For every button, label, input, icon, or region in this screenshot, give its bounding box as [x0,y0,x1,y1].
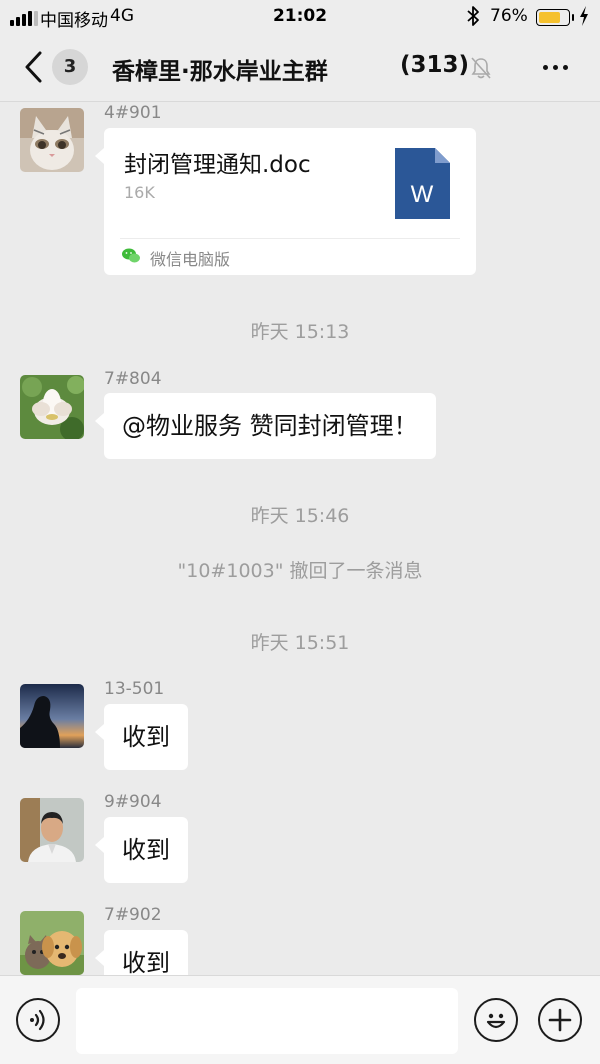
lotus-avatar [20,375,84,439]
text-message-bubble[interactable]: @物业服务 赞同封闭管理！ [95,393,436,459]
sender-avatar-cat[interactable] [20,108,84,172]
sender-avatar-pets[interactable] [20,911,84,975]
sender-name: 7#804 [104,369,162,389]
wechat-group-chat-screen: 中国移动 4G 21:02 76% 3 香樟里·那水岸业主群 (313) 4#9… [0,0,600,1064]
mute-bell-icon [470,56,492,84]
file-size: 16K [124,183,155,202]
input-bar [0,975,600,1064]
bluetooth-icon [466,5,480,32]
voice-button[interactable] [16,998,60,1042]
battery-cap [572,14,574,21]
sender-avatar-man[interactable] [20,798,84,862]
text-message-bubble[interactable]: 收到 [95,817,188,883]
unread-count-badge[interactable]: 3 [52,49,88,85]
timestamp: 昨天 15:13 [250,321,350,343]
file-divider [120,238,460,239]
sender-avatar-silhouette[interactable] [20,684,84,748]
sender-avatar-lotus[interactable] [20,375,84,439]
word-doc-icon: W [395,148,450,219]
battery-icon [536,9,570,26]
sender-name: 13-501 [104,679,165,699]
file-message-bubble[interactable]: 封闭管理通知.doc 16K W 微信电脑版 [95,128,476,275]
file-source-label: 微信电脑版 [150,250,231,269]
sender-name: 7#902 [104,905,162,925]
status-bar: 中国移动 4G 21:02 76% [0,0,600,34]
message-list[interactable]: 4#901 封闭管理通知.doc 16K W 微信电脑版 昨天 15:13 7#… [0,103,600,975]
chat-title: 香樟里·那水岸业主群 [112,59,328,85]
timestamp: 昨天 15:46 [250,505,350,527]
text-message-bubble[interactable]: 收到 [95,704,188,770]
chat-header: 3 香樟里·那水岸业主群 (313) [0,34,600,102]
voice-icon [30,1009,45,1031]
cat-avatar [20,108,84,172]
silhouette-avatar [20,684,84,748]
charging-icon [579,5,589,31]
plus-icon [548,1008,572,1032]
file-icon-letter: W [411,181,434,208]
timestamp: 昨天 15:51 [250,632,350,654]
man-avatar [20,798,84,862]
recall-notice: "10#1003" 撤回了一条消息 [177,560,423,582]
puppy-kitten-avatar [20,911,84,975]
back-button[interactable] [22,50,50,86]
battery-percent: 76% [490,6,528,26]
more-icon [542,64,568,70]
back-icon [25,51,42,83]
battery-level-fill [539,12,561,23]
more-button[interactable] [540,54,570,80]
wechat-icon [122,248,140,264]
emoji-button[interactable] [474,998,518,1042]
sender-name: 9#904 [104,792,162,812]
file-name: 封闭管理通知.doc [124,152,311,178]
more-functions-button[interactable] [538,998,582,1042]
text-message-bubble[interactable]: 收到 [95,930,188,975]
sender-name: 4#901 [104,103,162,123]
message-input[interactable] [76,988,458,1054]
member-count: (313) [400,52,470,78]
emoji-icon [486,1013,506,1029]
